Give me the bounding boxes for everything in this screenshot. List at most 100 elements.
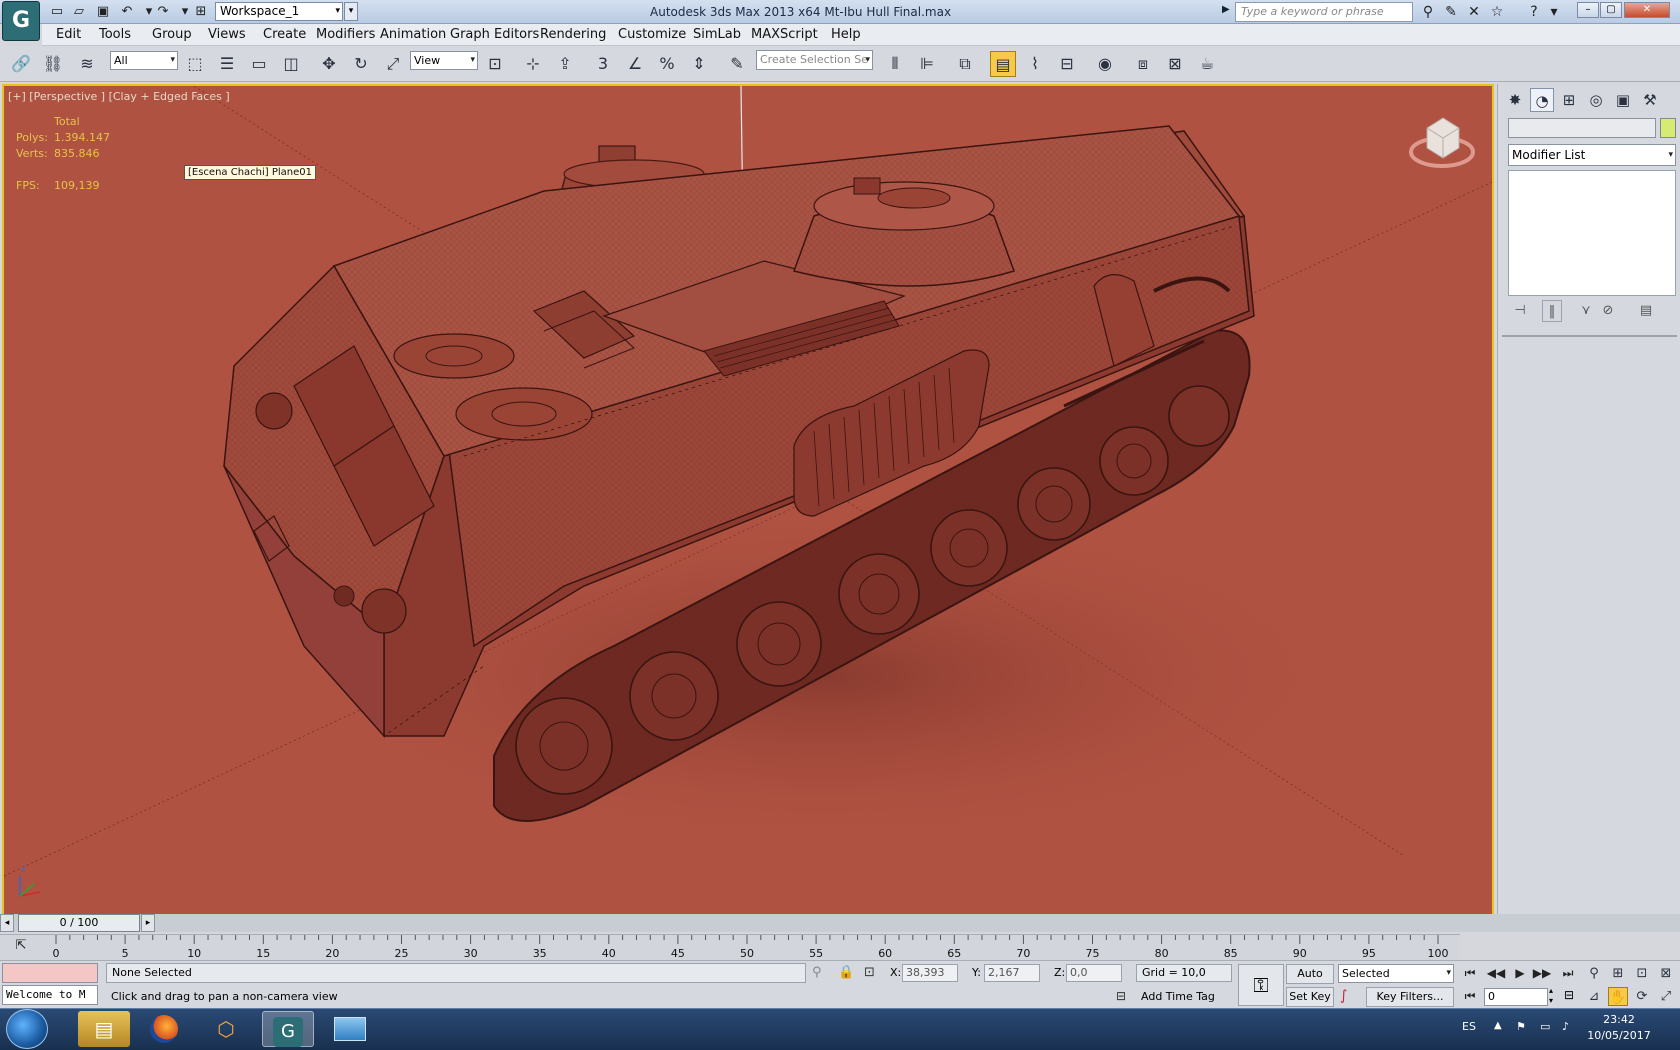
key-mode-toggle-icon[interactable]: ⏮ [1460, 987, 1480, 1006]
help-dropdown-icon[interactable]: ▾ [1544, 3, 1564, 21]
play-animation-icon[interactable]: ▶ [1510, 964, 1530, 983]
show-end-result-icon[interactable]: ‖ [1542, 300, 1562, 322]
zoom-all-icon[interactable]: ⊞ [1608, 964, 1628, 983]
mirror-icon[interactable]: ⫴ [882, 51, 908, 77]
selection-filter-dropdown[interactable]: All ▾ [110, 51, 178, 70]
menu-customize[interactable]: Customize [618, 24, 686, 46]
select-and-manipulate-icon[interactable]: ⊹ [520, 51, 546, 77]
select-object-icon[interactable]: ⬚ [182, 51, 208, 77]
redo-icon[interactable]: ↷ [154, 3, 172, 20]
previous-frame-icon[interactable]: ◀◀ [1486, 964, 1506, 983]
utilities-tab-icon[interactable]: ⚒ [1638, 88, 1662, 112]
close-button[interactable]: ✕ [1624, 2, 1670, 18]
viewport-label[interactable]: [+] [Perspective ] [Clay + Edged Faces ] [8, 90, 230, 103]
search-input[interactable]: Type a keyword or phrase [1235, 2, 1413, 22]
x-coord-field[interactable]: 38,393 [902, 964, 958, 982]
set-key-button[interactable]: Set Key [1286, 987, 1334, 1007]
menu-group[interactable]: Group [152, 24, 192, 46]
object-name-input[interactable] [1508, 118, 1656, 138]
zoom-icon[interactable]: ⚲ [1584, 964, 1604, 983]
zoom-extents-icon[interactable]: ⊡ [1632, 964, 1652, 983]
workspace-dropdown[interactable]: Workspace_1 ▾ [215, 2, 343, 21]
select-and-move-icon[interactable]: ✥ [316, 51, 342, 77]
undo-icon[interactable]: ↶ [118, 3, 136, 20]
maximize-viewport-icon[interactable]: ⤢ [1656, 987, 1676, 1006]
viewcube[interactable] [1409, 108, 1475, 172]
edit-named-selection-icon[interactable]: ✎ [724, 51, 750, 77]
maxscript-mini-listener[interactable]: Welcome to M [2, 985, 98, 1005]
menu-modifiers[interactable]: Modifiers [316, 24, 375, 46]
start-button[interactable] [6, 1009, 48, 1049]
show-hidden-icons-icon[interactable]: ▲ [1494, 1020, 1502, 1031]
make-unique-icon[interactable]: ⋎ [1576, 300, 1596, 322]
key-filters-button[interactable]: Key Filters... [1366, 987, 1454, 1007]
snaps-toggle-icon[interactable]: 3 [590, 51, 616, 77]
y-coord-field[interactable]: 2,167 [984, 964, 1040, 982]
motion-tab-icon[interactable]: ◎ [1584, 88, 1608, 112]
go-to-start-icon[interactable]: ⏮ [1460, 964, 1480, 983]
align-icon[interactable]: ⊫ [914, 51, 940, 77]
modify-tab-icon[interactable]: ◔ [1530, 88, 1554, 112]
menu-create[interactable]: Create [263, 24, 306, 46]
time-slider-prev-icon[interactable]: ◂ [0, 914, 14, 932]
layer-manager-icon[interactable]: ⧉ [952, 51, 978, 77]
select-by-name-icon[interactable]: ☰ [214, 51, 240, 77]
schematic-view-icon[interactable]: ⊟ [1054, 51, 1080, 77]
display-tab-icon[interactable]: ▣ [1611, 88, 1635, 112]
simlab-taskbar-icon[interactable]: ⬡ [200, 1011, 252, 1047]
modifier-list-dropdown[interactable]: Modifier List ▾ [1508, 144, 1676, 166]
remove-modifier-icon[interactable]: ⊘ [1598, 300, 1618, 322]
unlink-selection-icon[interactable]: ⛓ [40, 51, 66, 77]
perspective-viewport[interactable]: [+] [Perspective ] [Clay + Edged Faces ]… [2, 84, 1494, 916]
favorites-star-icon[interactable]: ☆ [1487, 3, 1507, 21]
app-logo-button[interactable]: G [2, 1, 40, 41]
selection-lock-icon[interactable]: 🔒 [838, 965, 854, 980]
network-icon[interactable]: ▭ [1540, 1020, 1550, 1033]
new-file-icon[interactable]: ▭ [48, 3, 66, 20]
pin-stack-icon[interactable]: ⊣ [1510, 300, 1530, 322]
time-tag-icon[interactable]: ⊟ [1116, 989, 1126, 1003]
time-slider-thumb[interactable]: 0 / 100 [18, 914, 140, 932]
menu-edit[interactable]: Edit [56, 24, 81, 46]
default-in-out-tangent-icon[interactable]: ∫ [1340, 988, 1347, 1004]
curve-editor-icon[interactable]: ⌇ [1022, 51, 1048, 77]
pivot-center-icon[interactable]: ⊡ [482, 51, 508, 77]
rendered-frame-window-icon[interactable]: ⊠ [1162, 51, 1188, 77]
photo-viewer-taskbar-icon[interactable] [324, 1011, 376, 1047]
pan-view-icon[interactable]: ✋ [1608, 987, 1628, 1006]
menu-tools[interactable]: Tools [99, 24, 131, 46]
maxscript-listener-field[interactable] [2, 963, 98, 983]
key-mode-selection-dropdown[interactable]: Selected ▾ [1338, 964, 1454, 983]
maximize-button[interactable]: ▢ [1600, 2, 1622, 18]
hierarchy-tab-icon[interactable]: ⊞ [1557, 88, 1581, 112]
search-expand-icon[interactable]: ▶ [1222, 4, 1230, 15]
keyboard-shortcut-override-icon[interactable]: ⇪ [552, 51, 578, 77]
subscription-icon[interactable]: ✎ [1441, 3, 1461, 21]
menu-views[interactable]: Views [208, 24, 246, 46]
save-file-icon[interactable]: ▣ [94, 3, 112, 20]
next-frame-icon[interactable]: ▶▶ [1532, 964, 1552, 983]
select-and-rotate-icon[interactable]: ↻ [348, 51, 374, 77]
time-slider-next-icon[interactable]: ▸ [141, 914, 155, 932]
spinner-snap-icon[interactable]: ⇕ [686, 51, 712, 77]
render-setup-icon[interactable]: ⧈ [1130, 51, 1156, 77]
firefox-taskbar-icon[interactable] [138, 1011, 190, 1047]
menu-maxscript[interactable]: MAXScript [751, 24, 818, 46]
track-bar[interactable] [0, 934, 1460, 960]
render-production-icon[interactable]: ☕ [1194, 51, 1220, 77]
menu-rendering[interactable]: Rendering [540, 24, 606, 46]
time-slider-track[interactable] [0, 914, 1680, 932]
toggle-ribbon-icon[interactable]: ▤ [990, 51, 1016, 77]
volume-icon[interactable]: ♪ [1562, 1020, 1569, 1033]
configure-modifier-sets-icon[interactable]: ▤ [1636, 300, 1656, 322]
explorer-taskbar-icon[interactable]: ▤ [78, 1011, 130, 1047]
menu-simlab[interactable]: SimLab [693, 24, 741, 46]
project-folder-icon[interactable]: ⊞ [192, 3, 210, 20]
zoom-extents-all-icon[interactable]: ⊠ [1656, 964, 1676, 983]
language-indicator[interactable]: ES [1462, 1020, 1476, 1033]
minimize-button[interactable]: – [1577, 2, 1599, 18]
add-time-tag-button[interactable]: Add Time Tag [1136, 988, 1232, 1006]
menu-help[interactable]: Help [831, 24, 861, 46]
absolute-mode-transform-icon[interactable]: ⊡ [864, 965, 875, 980]
menu-graph-editors[interactable]: Graph Editors [450, 24, 539, 46]
